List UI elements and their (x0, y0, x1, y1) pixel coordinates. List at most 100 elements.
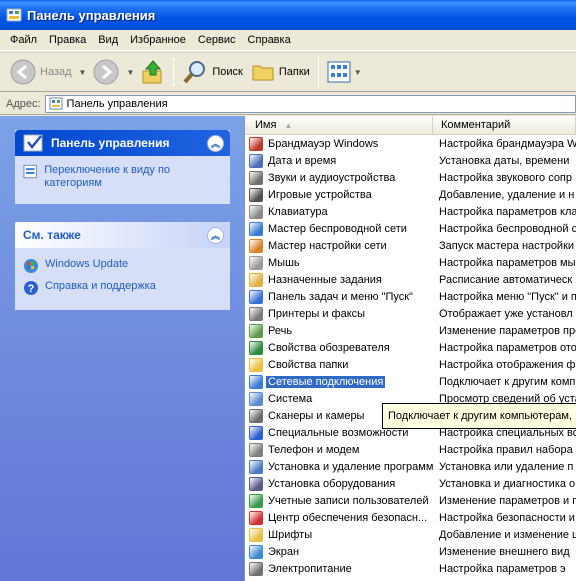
help-icon: ? (24, 281, 38, 295)
list-item[interactable]: Дата и время Установка даты, времени (245, 152, 576, 169)
control-panel-icon (23, 134, 43, 152)
item-name: Дата и время (268, 154, 337, 167)
power-icon (249, 561, 263, 576)
scheduled-tasks-icon (249, 272, 263, 287)
item-name: Центр обеспечения безопасн... (268, 511, 428, 524)
menu-tools[interactable]: Сервис (192, 32, 242, 48)
back-button[interactable]: Назад (6, 56, 76, 88)
list-item[interactable]: Брандмауэр Windows Настройка брандмауэра … (245, 135, 576, 152)
windows-update-link[interactable]: Windows Update (23, 258, 222, 274)
security-center-icon (249, 510, 263, 525)
column-header-comment[interactable]: Комментарий (433, 116, 576, 134)
views-button[interactable]: ▼ (323, 56, 369, 88)
list-item[interactable]: Центр обеспечения безопасн... Настройка б… (245, 509, 576, 526)
item-name: Система (268, 392, 313, 405)
item-name-cell: Сетевые подключения (245, 374, 433, 389)
column-headers: Имя ▲ Комментарий (245, 116, 576, 135)
list-item[interactable]: Сетевые подключения Подключает к другим к… (245, 373, 576, 390)
back-dropdown-icon[interactable]: ▼ (79, 68, 87, 77)
item-name-cell: Установка и удаление программ (245, 459, 433, 474)
item-name: Звуки и аудиоустройства (268, 171, 396, 184)
item-name: Принтеры и факсы (268, 307, 366, 320)
item-name: Клавиатура (268, 205, 328, 218)
item-comment: Изменение параметров пре (439, 324, 576, 337)
list-item[interactable]: Телефон и модем Настройка правил набора н (245, 441, 576, 458)
item-comment: Установка и диагностика о (439, 477, 576, 490)
list-item[interactable]: Электропитание Настройка параметров э (245, 560, 576, 577)
list-item[interactable]: Мастер настройки сети Запуск мастера наст… (245, 237, 576, 254)
item-name-cell: Мышь (245, 255, 433, 270)
clock-icon (249, 153, 263, 168)
wireless-icon (249, 221, 263, 236)
menu-help[interactable]: Справка (242, 32, 297, 48)
item-name-cell: Экран (245, 544, 433, 559)
switch-to-category-view-link[interactable]: Переключение к виду по категориям (23, 164, 222, 190)
item-name-cell: Назначенные задания (245, 272, 433, 287)
address-field[interactable]: Панель управления (44, 94, 576, 113)
forward-dropdown-icon[interactable]: ▼ (126, 68, 134, 77)
list-item[interactable]: Мышь Настройка параметров мы (245, 254, 576, 271)
item-comment: Настройка меню "Пуск" и п (439, 290, 576, 303)
list-item[interactable]: Экран Изменение внешнего вид (245, 543, 576, 560)
list-item[interactable]: Установка оборудования Установка и диагно… (245, 475, 576, 492)
list-item[interactable]: Мастер беспроводной сети Настройка беспро… (245, 220, 576, 237)
list-item[interactable]: Шрифты Добавление и изменение ш (245, 526, 576, 543)
menu-edit[interactable]: Правка (43, 32, 92, 48)
task-box-header[interactable]: См. также ︽ (15, 222, 230, 248)
list-item[interactable]: Речь Изменение параметров пре (245, 322, 576, 339)
list-item[interactable]: Панель задач и меню "Пуск" Настройка меню… (245, 288, 576, 305)
up-button[interactable] (137, 56, 169, 88)
task-box-title: Панель управления (51, 136, 170, 150)
item-name: Мастер беспроводной сети (268, 222, 407, 235)
back-arrow-icon (10, 59, 36, 85)
item-name-cell: Принтеры и факсы (245, 306, 433, 321)
folders-button[interactable]: Папки (247, 56, 314, 88)
list-item[interactable]: Установка и удаление программ Установка и… (245, 458, 576, 475)
list-item[interactable]: Учетные записи пользователей Изменение па… (245, 492, 576, 509)
item-comment: Расписание автоматическ (439, 273, 573, 286)
search-button[interactable]: Поиск (178, 56, 246, 88)
collapse-chevron-icon[interactable]: ︽ (207, 134, 224, 152)
toolbar: Назад ▼ ▼ Поиск Папки ▼ (0, 52, 576, 92)
task-box-header[interactable]: Панель управления ︽ (15, 130, 230, 156)
taskbar-icon (249, 289, 263, 304)
item-name: Назначенные задания (268, 273, 382, 286)
item-comment: Настройка правил набора н (439, 443, 576, 456)
folder-up-icon (142, 60, 162, 84)
collapse-chevron-icon[interactable]: ︽ (207, 226, 224, 244)
item-name-cell: Свойства обозревателя (245, 340, 433, 355)
item-name: Телефон и модем (268, 443, 360, 456)
item-name: Панель задач и меню "Пуск" (268, 290, 413, 303)
speaker-icon (249, 170, 263, 185)
list-item[interactable]: Назначенные задания Расписание автоматиче… (245, 271, 576, 288)
item-name: Игровые устройства (268, 188, 372, 201)
task-box-body: Windows Update ? Справка и поддержка (15, 248, 230, 310)
item-comment: Настройка брандмауэра W (439, 137, 576, 150)
list-item[interactable]: Свойства папки Настройка отображения ф (245, 356, 576, 373)
menu-view[interactable]: Вид (92, 32, 124, 48)
item-comment: Настройка отображения ф (439, 358, 576, 371)
items-list-view: Имя ▲ Комментарий Брандмауэр Windows Наст… (244, 116, 576, 581)
item-name-cell: Дата и время (245, 153, 433, 168)
menu-favorites[interactable]: Избранное (124, 32, 192, 48)
column-header-name[interactable]: Имя ▲ (245, 116, 433, 134)
title-bar[interactable]: Панель управления (0, 0, 576, 30)
list-item[interactable]: Клавиатура Настройка параметров кла (245, 203, 576, 220)
item-comment: Установка даты, времени (439, 154, 570, 167)
item-name-cell: Клавиатура (245, 204, 433, 219)
list-item[interactable]: Принтеры и факсы Отображает уже установл (245, 305, 576, 322)
list-item[interactable]: Звуки и аудиоустройства Настройка звуково… (245, 169, 576, 186)
forward-button[interactable] (89, 56, 123, 88)
accessibility-icon (249, 425, 263, 440)
help-and-support-link[interactable]: ? Справка и поддержка (23, 280, 222, 296)
list-item[interactable]: Свойства обозревателя Настройка параметро… (245, 339, 576, 356)
item-name: Учетные записи пользователей (268, 494, 429, 507)
item-comment: Настройка параметров ото (439, 341, 576, 354)
menu-file[interactable]: Файл (4, 32, 43, 48)
address-bar: Адрес: Панель управления (0, 93, 576, 115)
control-panel-icon (6, 8, 22, 22)
control-panel-task-box: Панель управления ︽ Переключение к виду … (15, 130, 230, 204)
scanner-icon (249, 408, 263, 423)
item-comment: Настройка параметров э (439, 562, 566, 575)
list-item[interactable]: Игровые устройства Добавление, удаление и… (245, 186, 576, 203)
